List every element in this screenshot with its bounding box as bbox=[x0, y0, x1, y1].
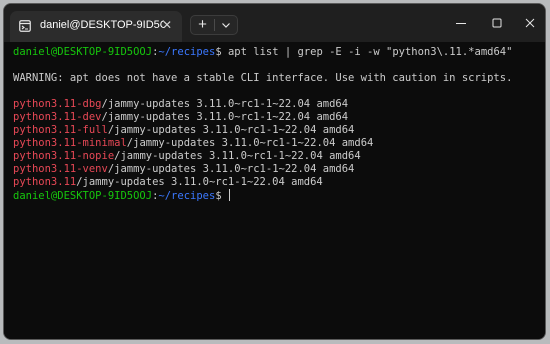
tab-title: daniel@DESKTOP-9ID5OOJ: ~ bbox=[40, 19, 164, 31]
package-match: python3.11-dev bbox=[13, 111, 102, 123]
terminal-window: daniel@DESKTOP-9ID5OOJ: ~ ✕ + daniel bbox=[3, 3, 546, 340]
package-match: python3.11-venv bbox=[13, 163, 108, 175]
title-bar[interactable]: daniel@DESKTOP-9ID5OOJ: ~ ✕ + bbox=[4, 4, 545, 42]
tab-terminal[interactable]: daniel@DESKTOP-9ID5OOJ: ~ ✕ bbox=[10, 11, 182, 42]
prompt-path: ~/recipes bbox=[158, 46, 216, 58]
prompt-path: ~/recipes bbox=[158, 190, 216, 202]
terminal-output[interactable]: daniel@DESKTOP-9ID5OOJ:~/recipes$ apt li… bbox=[4, 42, 545, 339]
prompt-user-host: daniel@DESKTOP-9ID5OOJ bbox=[13, 46, 153, 58]
plus-icon: + bbox=[198, 16, 207, 33]
package-details: /jammy-updates 3.11.0~rc1-1~22.04 amd64 bbox=[76, 176, 323, 188]
result-line: python3.11-dev/jammy-updates 3.11.0~rc1-… bbox=[13, 111, 536, 124]
prompt-line: daniel@DESKTOP-9ID5OOJ:~/recipes$ apt li… bbox=[13, 46, 536, 59]
new-tab-group: + bbox=[190, 15, 238, 35]
warning-line: WARNING: apt does not have a stable CLI … bbox=[13, 72, 513, 84]
close-tab-icon[interactable]: ✕ bbox=[160, 18, 174, 32]
result-line: python3.11-dbg/jammy-updates 3.11.0~rc1-… bbox=[13, 98, 536, 111]
result-line: python3.11-full/jammy-updates 3.11.0~rc1… bbox=[13, 124, 536, 137]
package-details: /jammy-updates 3.11.0~rc1-1~22.04 amd64 bbox=[101, 111, 349, 123]
prompt-dollar: $ bbox=[215, 190, 222, 202]
tab-dropdown-button[interactable] bbox=[215, 16, 237, 34]
package-match: python3.11-dbg bbox=[13, 98, 102, 110]
close-icon[interactable] bbox=[522, 15, 538, 31]
terminal-icon bbox=[19, 20, 31, 32]
text-cursor bbox=[228, 189, 230, 201]
package-details: /jammy-updates 3.11.0~rc1-1~22.04 amd64 bbox=[107, 163, 355, 175]
prompt-user-host: daniel@DESKTOP-9ID5OOJ bbox=[13, 190, 153, 202]
result-line: python3.11/jammy-updates 3.11.0~rc1-1~22… bbox=[13, 176, 536, 189]
result-line: python3.11-nopie/jammy-updates 3.11.0~rc… bbox=[13, 150, 536, 163]
result-line: python3.11-venv/jammy-updates 3.11.0~rc1… bbox=[13, 163, 536, 176]
package-details: /jammy-updates 3.11.0~rc1-1~22.04 amd64 bbox=[101, 98, 349, 110]
package-match: python3.11-full bbox=[13, 124, 108, 136]
command-text: apt list | grep -E -i -w "python3\.11.*a… bbox=[221, 46, 513, 58]
package-details: /jammy-updates 3.11.0~rc1-1~22.04 amd64 bbox=[114, 150, 361, 162]
package-details: /jammy-updates 3.11.0~rc1-1~22.04 amd64 bbox=[126, 137, 374, 149]
maximize-icon[interactable] bbox=[489, 15, 505, 31]
result-line: python3.11-minimal/jammy-updates 3.11.0~… bbox=[13, 137, 536, 150]
new-tab-button[interactable]: + bbox=[191, 16, 214, 34]
prompt-line: daniel@DESKTOP-9ID5OOJ:~/recipes$ bbox=[13, 189, 536, 202]
minimize-icon[interactable] bbox=[453, 15, 469, 31]
package-details: /jammy-updates 3.11.0~rc1-1~22.04 amd64 bbox=[107, 124, 355, 136]
package-match: python3.11-nopie bbox=[13, 150, 115, 162]
chevron-down-icon bbox=[222, 23, 230, 28]
package-match: python3.11-minimal bbox=[13, 137, 127, 149]
package-match: python3.11 bbox=[13, 176, 77, 188]
